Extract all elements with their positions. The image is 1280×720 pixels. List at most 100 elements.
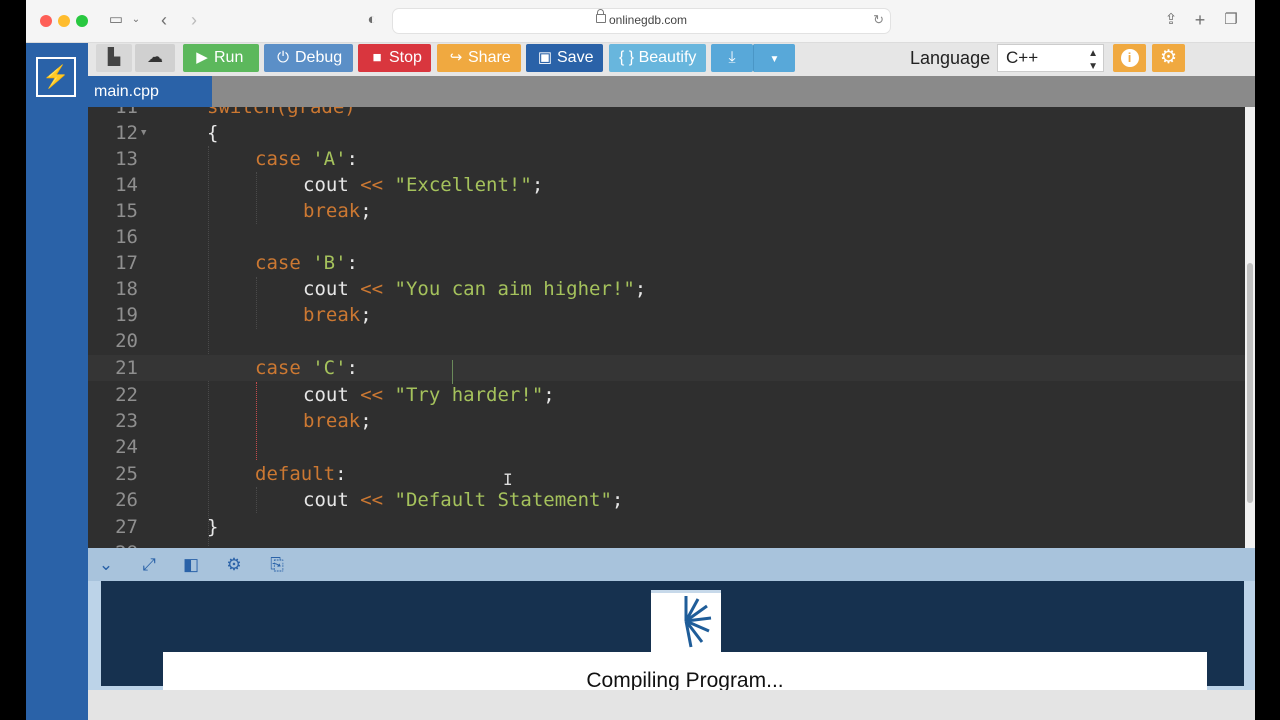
code-line: 15 break;	[88, 198, 1245, 224]
layout-icon[interactable]: ◧	[180, 554, 202, 576]
code-line: 22 cout << "Try harder!";	[88, 382, 1245, 408]
code-line: 26 cout << "Default Statement";	[88, 487, 1245, 513]
tab-overview-icon[interactable]: ❐	[1222, 10, 1240, 30]
save-label: Save	[557, 49, 594, 66]
line-number: 24	[115, 436, 138, 458]
code-line: 12 ▼ {	[88, 120, 1245, 146]
stop-label: Stop	[389, 49, 422, 66]
beautify-button[interactable]: { } Beautify	[609, 44, 706, 72]
download-dropdown-button[interactable]: ▼	[753, 44, 795, 72]
code-text: cout << "Default Statement";	[303, 489, 624, 511]
share-sheet-icon[interactable]: ⇪	[1162, 10, 1180, 30]
new-tab-icon[interactable]: +	[1191, 10, 1209, 30]
settings-button[interactable]: ⚙	[1152, 44, 1185, 72]
code-line: 14 cout << "Excellent!";	[88, 172, 1245, 198]
info-button[interactable]: i	[1113, 44, 1146, 72]
language-label: Language	[910, 48, 991, 68]
gear-icon: ⚙	[1159, 47, 1178, 68]
download-icon: ⤓	[728, 49, 736, 66]
language-select[interactable]: C++ ▲ ▼	[997, 44, 1104, 72]
code-line: 18 cout << "You can aim higher!";	[88, 276, 1245, 302]
app-sidebar: ⚡	[26, 43, 88, 720]
browser-window: ▭ ⌄ ‹ › ◐ onlinegdb.com ↻ ⇪ + ❐ ⚡ ▙ ☁ ▶ R…	[26, 0, 1255, 720]
code-text: {	[207, 122, 219, 144]
sidebar-toggle-icon[interactable]: ▭	[106, 10, 126, 30]
code-text: break;	[303, 410, 372, 432]
address-bar[interactable]: onlinegdb.com ↻	[392, 8, 891, 34]
code-text: default:	[255, 463, 347, 485]
collapse-chevron-icon[interactable]: ⌄	[95, 554, 117, 576]
line-number: 20	[115, 330, 138, 352]
forward-arrow-icon[interactable]: ›	[186, 10, 202, 30]
panel-toolbar: ⌄ ⤢ ◧ ⚙ ⎘	[88, 548, 1255, 581]
run-label: Run	[214, 49, 244, 66]
clipboard-icon[interactable]: ⎘	[266, 554, 288, 576]
beautify-label: { } Beautify	[619, 49, 697, 66]
lightning-logo-icon[interactable]: ⚡	[36, 57, 76, 97]
code-line: 28	[88, 540, 1245, 548]
loading-spinner-icon	[651, 590, 721, 652]
code-text: case 'A':	[255, 148, 358, 170]
code-line: 11 switch(grade)	[88, 107, 1245, 120]
zoom-window-button[interactable]	[76, 15, 88, 27]
chevron-down-icon[interactable]: ⌄	[130, 10, 142, 30]
upload-button[interactable]: ☁	[135, 44, 175, 72]
stop-button[interactable]: ■ Stop	[358, 44, 431, 72]
code-line: 19 break;	[88, 302, 1245, 328]
fold-arrow-icon[interactable]: ▼	[141, 120, 146, 146]
code-line: 13 case 'A':	[88, 146, 1245, 172]
new-file-button[interactable]: ▙	[96, 44, 132, 72]
code-text: cout << "Excellent!";	[303, 174, 544, 196]
line-number: 25	[115, 463, 138, 485]
code-line: 25 default:	[88, 461, 1245, 487]
language-value: C++	[1006, 48, 1039, 67]
power-icon: ⏻	[277, 49, 289, 66]
code-text: cout << "Try harder!";	[303, 384, 555, 406]
line-number: 15	[115, 200, 138, 222]
code-line: 16	[88, 224, 1245, 250]
info-icon: i	[1120, 49, 1139, 67]
share-button[interactable]: ↪ Share	[437, 44, 521, 72]
run-button[interactable]: ▶ Run	[183, 44, 259, 72]
line-number: 19	[115, 304, 138, 326]
reload-icon[interactable]: ↻	[873, 12, 884, 28]
lock-icon	[596, 9, 606, 23]
line-number: 11	[115, 107, 138, 118]
scrollbar-thumb[interactable]	[1247, 263, 1253, 503]
select-arrows-icon: ▲ ▼	[1088, 48, 1098, 72]
text-cursor	[452, 360, 453, 384]
close-window-button[interactable]	[40, 15, 52, 27]
code-editor[interactable]: 11 switch(grade) 12 ▼ { 13 case 'A': 14 cout …	[88, 107, 1245, 548]
line-number: 14	[115, 174, 138, 196]
editor-scrollbar[interactable]	[1245, 107, 1255, 548]
debug-button[interactable]: ⏻ Debug	[264, 44, 353, 72]
gear-icon[interactable]: ⚙	[223, 554, 245, 576]
code-text: case 'C':	[255, 357, 358, 379]
play-icon: ▶	[196, 49, 208, 66]
code-text: case 'B':	[255, 252, 358, 274]
minimize-window-button[interactable]	[58, 15, 70, 27]
code-text: cout << "You can aim higher!";	[303, 278, 647, 300]
expand-icon[interactable]: ⤢	[138, 554, 160, 576]
line-number: 13	[115, 148, 138, 170]
share-icon: ↪	[449, 49, 463, 66]
line-number: 26	[115, 489, 138, 511]
console-output[interactable]: Compiling Program...	[101, 581, 1244, 709]
file-tabs: main.cpp	[88, 76, 1255, 107]
code-text: switch(grade)	[207, 107, 356, 120]
ibeam-cursor-icon: I	[503, 470, 513, 489]
file-icon: ▙	[107, 49, 121, 66]
tab-main-cpp[interactable]: main.cpp	[88, 76, 212, 107]
code-text: break;	[303, 200, 372, 222]
line-number: 23	[115, 410, 138, 432]
share-label: Share	[468, 49, 511, 66]
ide-toolbar: ▙ ☁ ▶ Run ⏻ Debug ■ Stop ↪ Share ▣ Save { } B…	[88, 43, 1255, 76]
download-button[interactable]: ⤓	[711, 44, 753, 72]
back-arrow-icon[interactable]: ‹	[156, 10, 172, 30]
code-text: }	[207, 516, 219, 538]
line-number: 17	[115, 252, 138, 274]
line-number: 27	[115, 516, 138, 538]
url-text: onlinegdb.com	[609, 13, 688, 27]
privacy-shield-icon[interactable]: ◐	[363, 10, 381, 30]
save-button[interactable]: ▣ Save	[526, 44, 603, 72]
